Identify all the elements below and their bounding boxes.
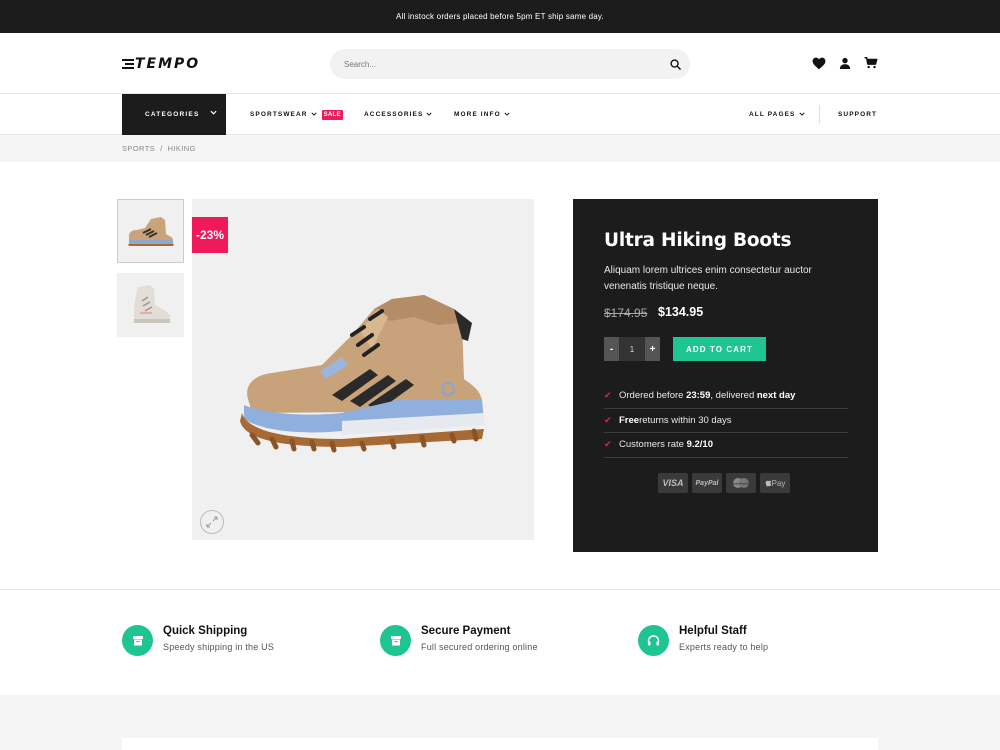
product-description: Aliquam lorem ultrices enim consectetur … xyxy=(604,265,812,292)
product-main-image[interactable] xyxy=(192,199,534,540)
chevron-down-icon xyxy=(210,110,217,117)
feature-title: Secure Payment xyxy=(421,625,511,637)
mastercard-label: mastercard xyxy=(733,482,749,486)
boot-thumbnail-image xyxy=(133,285,170,323)
check-icon: ✔ xyxy=(604,390,612,401)
site-logo[interactable]: TEMPO xyxy=(122,55,200,73)
chevron-down-icon xyxy=(504,111,510,118)
benefits-list: ✔ Ordered before 23:59, delivered next d… xyxy=(604,384,848,458)
quantity-decrease-button[interactable]: - xyxy=(604,337,619,361)
benefit-item: ✔ Ordered before 23:59, delivered next d… xyxy=(604,384,848,409)
benefit-item: ✔ Customers rate 9.2/10 xyxy=(604,433,848,458)
nav-item-more-info[interactable]: MORE INFO xyxy=(454,94,510,135)
discount-badge: -23% xyxy=(192,217,228,253)
product-info-panel: Ultra Hiking Boots Aliquam lorem ultrice… xyxy=(573,199,878,552)
benefit-text: Ordered before xyxy=(619,390,684,402)
breadcrumb: SPORTS / HIKING xyxy=(122,144,196,153)
nav-divider xyxy=(819,105,820,124)
feature-subtitle: Experts ready to help xyxy=(679,642,769,652)
announcement-text: All instock orders placed before 5pm ET … xyxy=(396,12,604,21)
benefit-item: ✔ Free returns within 30 days xyxy=(604,409,848,433)
breadcrumb-separator: / xyxy=(160,144,163,153)
payment-methods: VISA PayPal mastercard Pay xyxy=(658,473,790,493)
gallery-thumbnail[interactable] xyxy=(117,199,184,263)
archive-icon xyxy=(380,625,411,656)
search-icon[interactable] xyxy=(666,55,684,73)
benefit-bold: next day xyxy=(756,390,796,402)
breadcrumb-item[interactable]: HIKING xyxy=(168,144,196,153)
quantity-stepper: - + xyxy=(604,337,660,361)
visa-icon: VISA xyxy=(658,473,688,493)
feature-helpful-staff: Helpful Staff Experts ready to help xyxy=(638,625,768,656)
nav-item-label: MORE INFO xyxy=(454,111,501,118)
zoom-icon[interactable] xyxy=(200,510,224,534)
feature-title: Quick Shipping xyxy=(163,625,248,637)
boot-thumbnail-image xyxy=(127,217,174,246)
heart-icon[interactable] xyxy=(812,56,826,70)
product-title: Ultra Hiking Boots xyxy=(604,230,792,251)
benefit-bold: 9.2/10 xyxy=(686,439,713,451)
headset-icon xyxy=(638,625,669,656)
categories-menu[interactable]: CATEGORIES xyxy=(122,94,226,135)
nav-item-label: ACCESSORIES xyxy=(364,111,424,118)
chevron-down-icon xyxy=(426,111,432,118)
feature-subtitle: Full secured ordering online xyxy=(421,642,538,652)
nav-item-label: SUPPORT xyxy=(838,111,878,118)
search-input[interactable] xyxy=(344,49,654,79)
nav-item-label: ALL PAGES xyxy=(749,111,796,118)
quantity-input[interactable] xyxy=(619,337,645,361)
categories-label: CATEGORIES xyxy=(145,111,200,118)
apple-pay-label: Pay xyxy=(771,478,786,488)
current-price: $134.95 xyxy=(658,305,704,319)
benefit-text: , delivered xyxy=(710,390,755,402)
apple-icon xyxy=(765,479,771,487)
feature-secure-payment: Secure Payment Full secured ordering onl… xyxy=(380,625,538,656)
nav-item-accessories[interactable]: ACCESSORIES xyxy=(364,94,432,135)
breadcrumb-bar: SPORTS / HIKING xyxy=(0,135,1000,162)
logo-text: TEMPO xyxy=(135,56,201,72)
header-actions xyxy=(812,56,878,70)
breadcrumb-item[interactable]: SPORTS xyxy=(122,144,155,153)
benefit-text: Customers rate xyxy=(619,439,684,451)
paypal-icon: PayPal xyxy=(692,473,722,493)
chevron-down-icon xyxy=(798,111,805,118)
check-icon: ✔ xyxy=(604,414,612,425)
add-to-cart-button[interactable]: ADD TO CART xyxy=(673,337,766,361)
quantity-increase-button[interactable]: + xyxy=(645,337,660,361)
section-divider xyxy=(0,589,1000,590)
benefit-text: returns within 30 days xyxy=(639,414,732,426)
nav-item-label: SPORTSWEAR xyxy=(250,111,308,118)
nav-item-support[interactable]: SUPPORT xyxy=(838,94,877,135)
search-bar xyxy=(330,49,690,79)
user-icon[interactable] xyxy=(838,56,852,70)
main-nav: CATEGORIES SPORTSWEAR SALE ACCESSORIES M… xyxy=(0,94,1000,135)
old-price: $174.95 xyxy=(604,306,648,320)
announcement-bar: All instock orders placed before 5pm ET … xyxy=(0,0,1000,33)
footer-card xyxy=(122,738,878,750)
logo-mark-icon xyxy=(122,59,134,69)
feature-title: Helpful Staff xyxy=(679,625,747,637)
gallery-thumbnail[interactable] xyxy=(117,273,184,337)
check-icon: ✔ xyxy=(604,439,612,450)
feature-subtitle: Speedy shipping in the US xyxy=(163,642,275,652)
apple-pay-icon: Pay xyxy=(760,473,790,493)
benefit-bold: 23:59 xyxy=(686,390,711,402)
mastercard-icon: mastercard xyxy=(726,473,756,493)
cart-icon[interactable] xyxy=(864,56,878,70)
nav-item-sportswear[interactable]: SPORTSWEAR SALE xyxy=(250,94,343,135)
sale-badge: SALE xyxy=(321,109,343,120)
nav-item-all-pages[interactable]: ALL PAGES xyxy=(749,94,805,135)
box-icon xyxy=(122,625,153,656)
discount-text: -23% xyxy=(195,228,224,242)
feature-quick-shipping: Quick Shipping Speedy shipping in the US xyxy=(122,625,274,656)
site-header: TEMPO xyxy=(0,33,1000,94)
hiking-boot-image xyxy=(240,295,484,453)
chevron-down-icon xyxy=(311,111,317,118)
benefit-bold: Free xyxy=(619,414,640,426)
